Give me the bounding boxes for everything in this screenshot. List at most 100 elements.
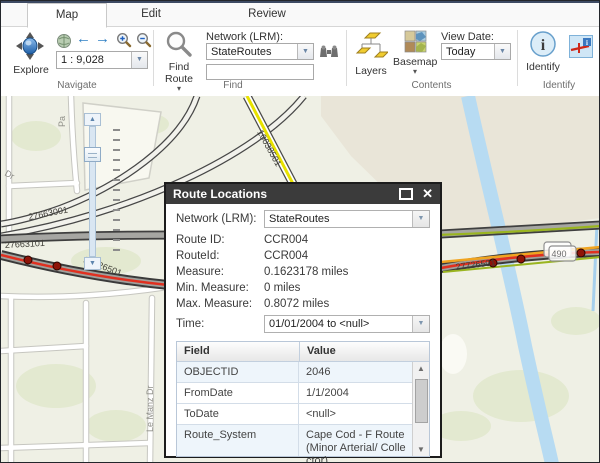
table-row: ToDate <null> [177,404,412,425]
measure-value: 0.1623178 miles [264,266,348,278]
network-lrm-combo[interactable]: StateRoutes ▼ [206,43,314,60]
dialog-network-combo[interactable]: StateRoutes ▼ [264,210,430,228]
street-label: Pa [57,116,67,127]
field-cell: Route_System [177,425,299,456]
close-icon[interactable]: ✕ [422,185,433,203]
map-scale-combo[interactable]: 1 : 9,028 ▼ [56,51,148,69]
find-route-text-input[interactable] [206,64,314,80]
group-label-contents: Contents [346,80,517,93]
explore-button[interactable]: Explore [3,64,59,76]
measure-row: Measure: 0.1623178 miles [176,264,430,279]
field-cell: OBJECTID [177,362,299,382]
maximize-icon[interactable] [399,188,413,200]
table-row: OBJECTID 2046 [177,362,412,383]
basemap-icon [404,30,427,53]
routeid-value: CCR004 [264,250,308,262]
measure-label: Measure: [176,266,264,278]
max-measure-row: Max. Measure: 0.8072 miles [176,296,430,311]
zoom-slider-down-button[interactable]: ▼ [84,257,101,270]
scrollbar-thumb[interactable] [415,379,428,423]
max-measure-value: 0.8072 miles [264,298,329,310]
zoom-slider-thumb[interactable] [84,147,101,162]
svg-text:i: i [541,37,546,54]
table-row: FromDate 1/1/2004 [177,383,412,404]
chevron-down-icon[interactable]: ▼ [494,44,510,59]
layers-button[interactable]: Layers [351,30,391,77]
zoom-in-icon[interactable] [116,32,132,51]
chevron-down-icon: ▾ [393,68,437,75]
time-value: 01/01/2004 to <null> [265,316,412,332]
chevron-down-icon[interactable]: ▼ [412,211,429,227]
route-id-row: Route ID: CCR004 [176,232,430,247]
time-combo[interactable]: 01/01/2004 to <null> ▼ [264,315,430,333]
min-measure-value: 0 miles [264,282,300,294]
shield-number: 490 [551,249,566,259]
scroll-up-icon[interactable]: ▲ [413,364,429,373]
time-label: Time: [176,318,264,330]
identify-route-locations-button[interactable]: i [569,35,593,58]
map-scale-value: 1 : 9,028 [57,52,131,68]
field-column-header: Field [177,342,299,361]
view-date-value: Today [442,44,494,59]
min-measure-row: Min. Measure: 0 miles [176,280,430,295]
route-shield-490: 490 [544,242,576,261]
svg-text:i: i [586,39,588,47]
network-lrm-value: StateRoutes [207,44,297,59]
chevron-down-icon[interactable]: ▼ [131,52,147,68]
street-label: Le Manz Dr [145,385,155,432]
tab-edit[interactable]: Edit [105,3,197,25]
zoom-out-icon[interactable] [136,32,152,51]
map-zoom-slider[interactable]: ▲ ▼ [84,113,102,270]
app-window: Map Edit Review Explore ← → [0,0,600,463]
dialog-titlebar[interactable]: Route Locations ✕ [166,184,440,204]
tab-review[interactable]: Review [197,3,337,25]
route-id-label: Route ID: [176,234,264,246]
clearing-blob [439,334,467,374]
table-row: Route_System Cape Cod - F Route (Minor A… [177,425,412,456]
route-label: 27663101 [5,238,46,250]
view-date-label: View Date: [441,31,494,43]
attributes-table: Field Value OBJECTID 2046 FromDate 1/1/2… [176,341,430,457]
scroll-down-icon[interactable]: ▼ [413,445,429,454]
group-label-find: Find [153,80,313,93]
full-extent-globe-icon[interactable] [56,33,72,52]
value-cell: <null> [299,404,412,424]
table-scrollbar[interactable]: ▲ ▼ [412,362,429,456]
value-column-header: Value [299,342,429,361]
ribbon: Explore ← → 1 : 9,028 ▼ Navigate [1,27,599,97]
dialog-network-label: Network (LRM): [176,213,264,225]
explore-icon[interactable] [15,31,45,61]
attributes-table-header: Field Value [177,342,429,362]
max-measure-label: Max. Measure: [176,298,264,310]
chevron-down-icon[interactable]: ▼ [297,44,313,59]
identify-label: Identify [523,61,563,73]
zoom-slider-track[interactable] [89,126,96,257]
route-locations-dialog: Route Locations ✕ Network (LRM): StateRo… [164,182,442,458]
dialog-title: Route Locations [166,187,399,201]
time-row: Time: 01/01/2004 to <null> ▼ [176,315,430,333]
identify-button[interactable]: i Identify [523,30,563,73]
routeid-label: RouteId: [176,250,264,262]
network-lrm-label: Network (LRM): [206,31,283,43]
dialog-network-value: StateRoutes [265,211,412,227]
tab-map[interactable]: Map [27,3,107,28]
chevron-down-icon[interactable]: ▼ [412,316,429,332]
zoom-slider-ticks [113,129,120,251]
forward-arrow-icon[interactable]: → [95,30,110,47]
value-cell: 2046 [299,362,412,382]
group-separator [517,30,518,86]
layers-label: Layers [351,65,391,77]
back-arrow-icon[interactable]: ← [76,30,91,47]
identify-icon: i [529,30,557,58]
ribbon-tab-bar: Map Edit Review [1,3,599,27]
group-label-navigate: Navigate [1,80,153,93]
min-measure-label: Min. Measure: [176,282,264,294]
view-date-combo[interactable]: Today ▼ [441,43,511,60]
value-cell: 1/1/2004 [299,383,412,403]
group-label-identify: Identify [517,80,600,93]
zoom-slider-up-button[interactable]: ▲ [84,113,101,126]
routeid-row: RouteId: CCR004 [176,248,430,263]
field-cell: ToDate [177,404,299,424]
basemap-button[interactable]: Basemap ▾ [393,30,437,75]
binoculars-icon[interactable] [319,44,339,62]
